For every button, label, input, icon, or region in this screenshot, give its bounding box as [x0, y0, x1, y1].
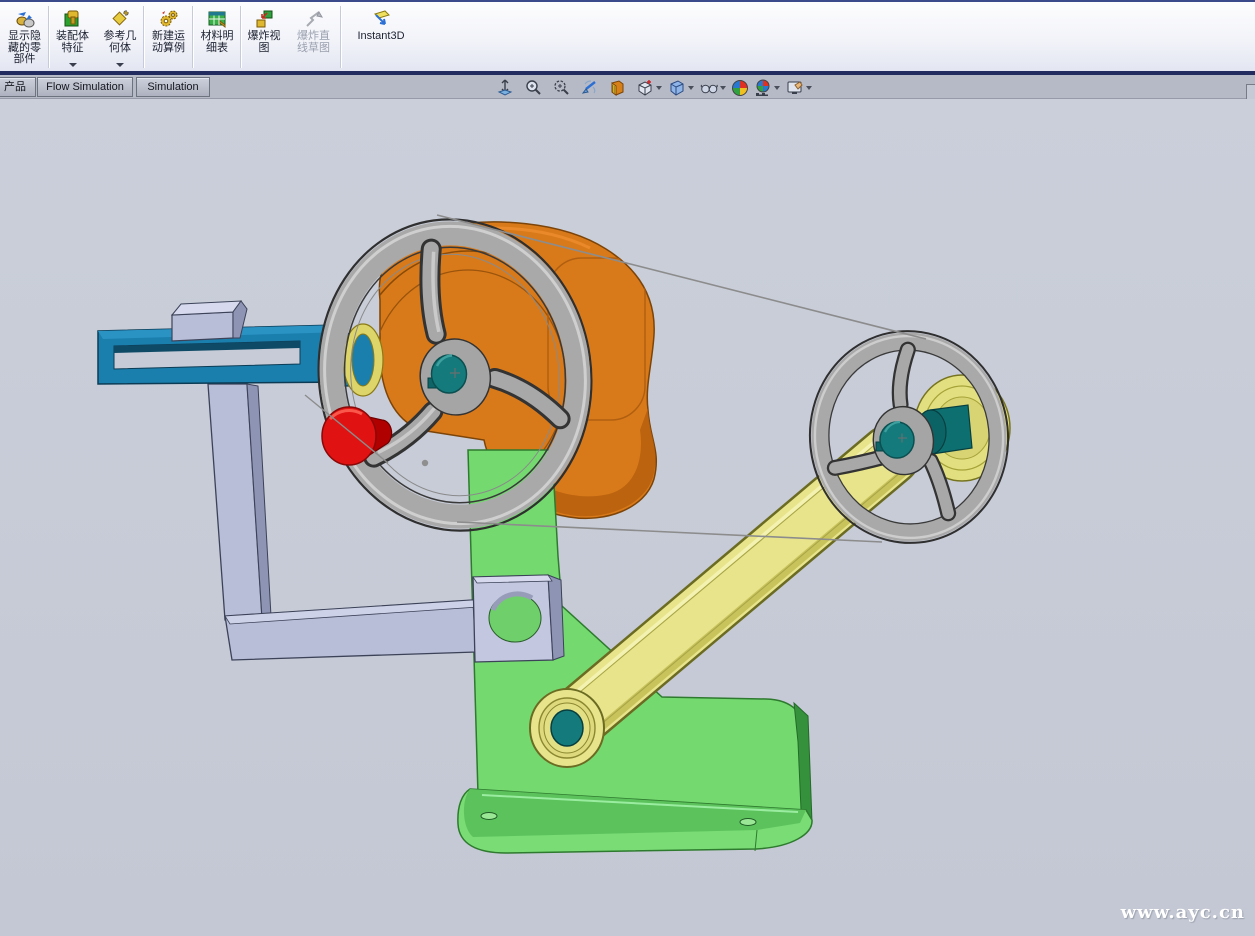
bill-of-materials-icon	[206, 8, 228, 30]
toolbar-separator	[240, 6, 242, 68]
follower-slider-block[interactable]	[172, 301, 247, 341]
tab-product[interactable]: 产品	[0, 77, 36, 97]
toolbar-separator	[192, 6, 194, 68]
view-orientation-icon[interactable]	[636, 79, 654, 97]
view-settings-dropdown[interactable]	[806, 86, 812, 90]
view-orientation-dropdown[interactable]	[656, 86, 662, 90]
display-style-icon[interactable]	[668, 79, 686, 97]
new-motion-study-button[interactable]: 新建运 动算例	[144, 4, 193, 71]
toolbar-separator	[48, 6, 50, 68]
zoom-to-fit-icon[interactable]	[496, 79, 514, 97]
apply-scene-dropdown[interactable]	[774, 86, 780, 90]
show-hidden-components-button[interactable]: 显示隐 藏的零 部件	[0, 4, 49, 71]
new-motion-study-icon	[158, 8, 180, 30]
hide-show-items-dropdown[interactable]	[720, 86, 726, 90]
command-toolbar: 显示隐 藏的零 部件 装配体 特征 参考几 何体 新建运 动算例 材料明 细表	[0, 0, 1255, 73]
bill-of-materials-button[interactable]: 材料明 细表	[193, 4, 241, 71]
assembly-scene	[0, 99, 1255, 936]
show-hidden-components-icon	[14, 8, 36, 30]
assembly-features-button[interactable]: 装配体 特征	[49, 4, 96, 71]
toolbar-separator	[143, 6, 145, 68]
zoom-to-area-icon[interactable]	[552, 79, 570, 97]
view-settings-icon[interactable]	[786, 79, 804, 97]
exploded-view-icon	[253, 8, 275, 30]
exploded-view-button[interactable]: 爆炸视 图	[241, 4, 287, 71]
toolbar-separator	[340, 6, 342, 68]
arm-pivot[interactable]	[530, 689, 604, 767]
section-view-icon[interactable]	[608, 79, 626, 97]
base-hole	[740, 819, 756, 826]
reference-geometry-icon	[109, 8, 131, 30]
apply-scene-icon[interactable]	[754, 79, 772, 97]
display-style-dropdown[interactable]	[688, 86, 694, 90]
edit-appearance-icon[interactable]	[731, 79, 749, 97]
bracket-hole	[489, 594, 541, 642]
reference-geometry-dropdown[interactable]	[116, 63, 124, 67]
tab-simulation[interactable]: Simulation	[136, 77, 210, 97]
base-hole	[481, 813, 497, 820]
explode-line-sketch-button: 爆炸直 线草图	[287, 4, 340, 71]
instant3d-button[interactable]: Instant3D	[340, 4, 422, 71]
origin-point	[422, 460, 428, 466]
assembly-features-dropdown[interactable]	[69, 63, 77, 67]
graphics-viewport[interactable]: www.ayc.cn	[0, 99, 1255, 936]
hide-show-items-icon[interactable]	[700, 79, 718, 97]
watermark: www.ayc.cn	[1121, 902, 1245, 923]
instant3d-icon	[370, 8, 392, 30]
pivot-pin	[551, 710, 583, 746]
zoom-in-out-icon[interactable]	[524, 79, 542, 97]
document-tab-row: 产品 Flow Simulation Simulation	[0, 75, 1255, 99]
assembly-features-icon	[62, 8, 84, 30]
rotate-view-icon[interactable]	[580, 79, 598, 97]
explode-line-sketch-icon	[303, 8, 325, 30]
reference-geometry-button[interactable]: 参考几 何体	[96, 4, 144, 71]
tab-flow-simulation[interactable]: Flow Simulation	[37, 77, 133, 97]
